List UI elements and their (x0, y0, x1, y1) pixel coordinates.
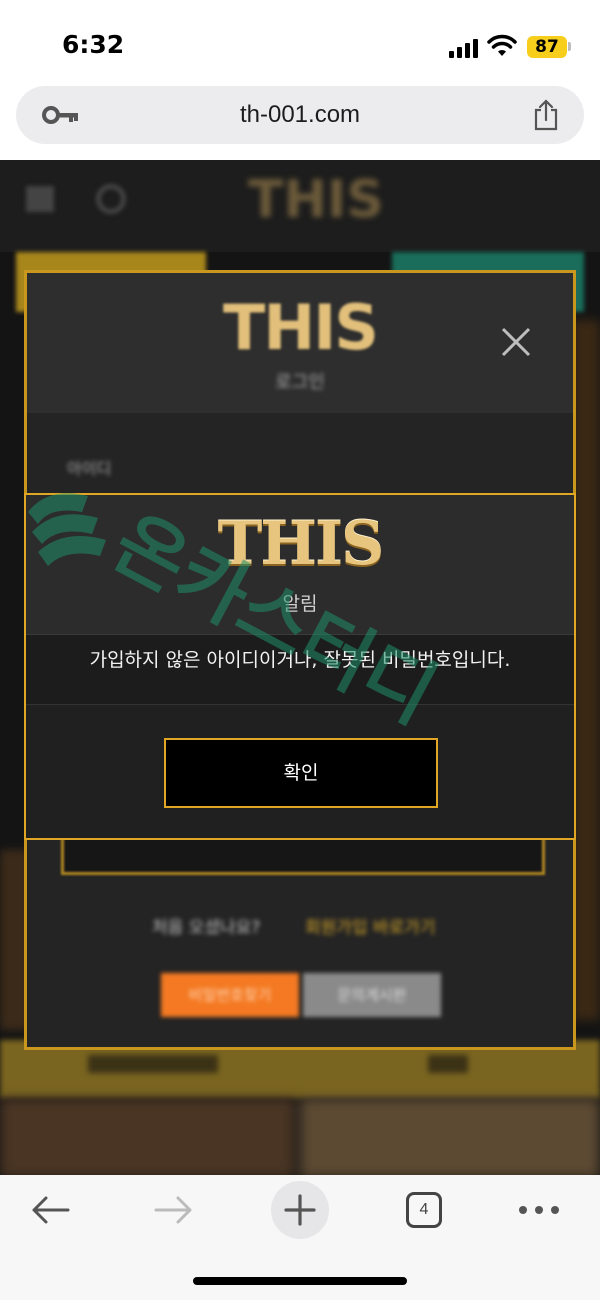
find-password-button[interactable]: 비밀번호찾기 (161, 973, 299, 1017)
join-link[interactable]: 회원가입 바로가기 (305, 913, 436, 938)
login-logo: THIS (223, 291, 379, 364)
battery-indicator: 87 (527, 36, 567, 58)
login-title: 로그인 (275, 372, 325, 393)
tab-count-button[interactable]: 4 (406, 1192, 442, 1228)
address-bar[interactable]: th-001.com (16, 86, 584, 144)
more-icon[interactable] (518, 1205, 560, 1215)
close-icon[interactable] (499, 325, 533, 359)
id-field-label: 아이디 (67, 459, 112, 478)
refresh-icon (96, 184, 126, 214)
plus-icon (284, 1194, 316, 1226)
footer-item (428, 1055, 468, 1073)
banner-image (0, 1098, 295, 1175)
alert-title: 알림 (282, 593, 318, 615)
alert-dialog: THIS 알림 가입하지 않은 아이디이거나, 잘못된 비밀번호입니다. 확인 (24, 493, 576, 840)
battery-cap (568, 42, 571, 51)
new-tab-button[interactable] (271, 1181, 329, 1239)
forward-arrow-icon[interactable] (154, 1195, 194, 1225)
menu-icon (26, 186, 54, 212)
home-indicator[interactable] (193, 1277, 407, 1285)
cellular-signal-icon (449, 38, 479, 58)
background-decoration (572, 320, 600, 1020)
site-logo: THIS (248, 170, 384, 230)
wifi-icon (487, 34, 517, 56)
confirm-button[interactable]: 확인 (164, 738, 438, 808)
first-visit-text: 처음 오셨나요? (152, 918, 261, 938)
back-arrow-icon[interactable] (30, 1195, 70, 1225)
alert-logo: THIS (217, 509, 385, 579)
banner-image (300, 1098, 600, 1175)
clock: 6:32 (62, 30, 125, 59)
share-icon[interactable] (530, 98, 562, 132)
alert-message: 가입하지 않은 아이디이거나, 잘못된 비밀번호입니다. (89, 649, 511, 671)
inquiry-button[interactable]: 문의게시판 (303, 973, 441, 1017)
footer-item (88, 1055, 218, 1073)
url-text[interactable]: th-001.com (16, 101, 584, 129)
status-bar: 6:32 87 (0, 0, 600, 86)
